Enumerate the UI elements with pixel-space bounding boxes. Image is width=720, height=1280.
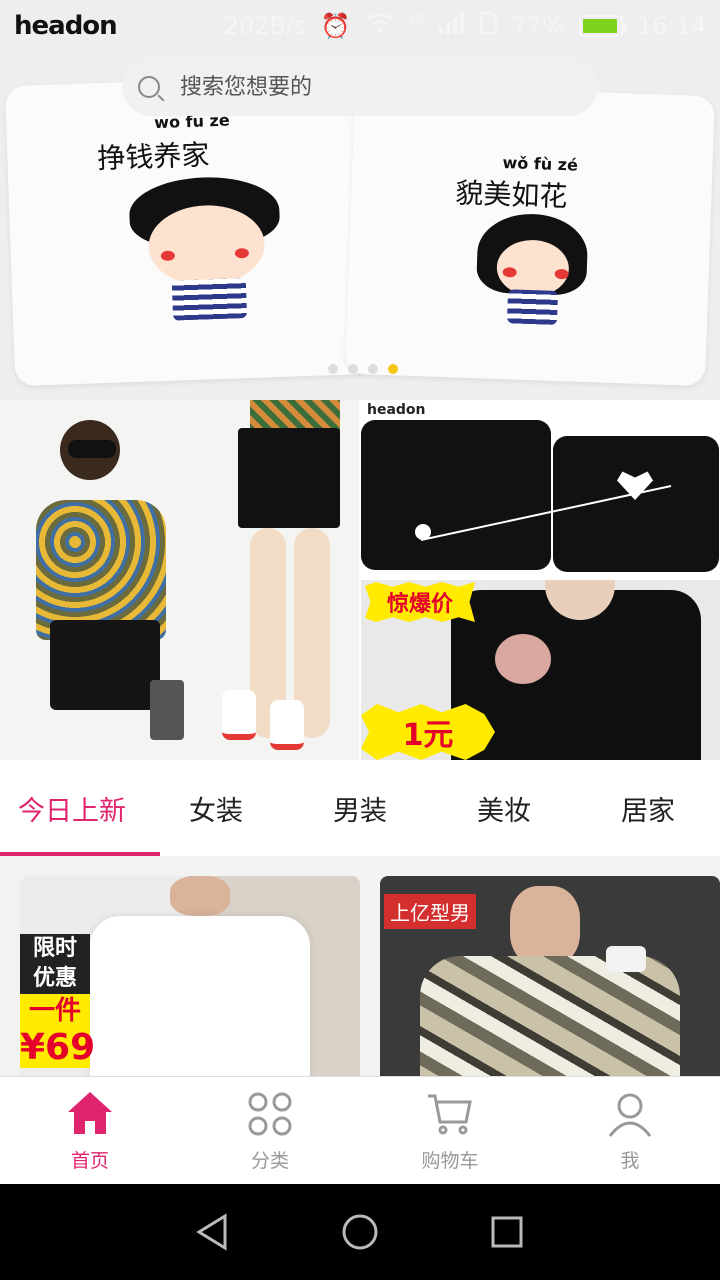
page-dot[interactable] xyxy=(328,364,338,374)
signal-icon xyxy=(439,12,465,40)
tab-home[interactable]: 居家 xyxy=(576,760,720,856)
banner-shirt-right: wǒ fù zé 貌美如花 xyxy=(345,83,715,387)
nav-category-label: 分类 xyxy=(250,1150,289,1172)
promo-tile-outfit[interactable] xyxy=(0,400,359,760)
promo-tile-couple-tee[interactable]: headon xyxy=(361,400,720,578)
right-shirt-pinyin: wǒ fù zé xyxy=(502,153,579,175)
product-grid: 限时 优惠 一件 ¥69 上亿型男 xyxy=(0,856,720,1076)
page-dot[interactable] xyxy=(368,364,378,374)
bottom-nav: 首页 分类 购物车 我 xyxy=(0,1076,720,1184)
home-icon xyxy=(64,1088,116,1140)
product-card[interactable]: 上亿型男 xyxy=(380,876,720,1076)
nav-cart[interactable]: 购物车 xyxy=(360,1077,540,1184)
page-dot-active[interactable] xyxy=(388,364,398,374)
price-badge: 1元 xyxy=(361,704,495,760)
right-shirt-slogan: 貌美如花 xyxy=(454,176,568,214)
battery-percent: 77% xyxy=(511,12,565,40)
tab-men[interactable]: 男装 xyxy=(288,760,432,856)
camo-tee xyxy=(420,956,680,1076)
clutch-bag xyxy=(150,680,184,740)
status-right: 202B/s ⏰ 4G 77% 16:14 xyxy=(224,12,706,40)
battery-icon xyxy=(578,15,627,37)
sim-icon xyxy=(479,12,498,40)
system-nav-bar xyxy=(0,1184,720,1280)
banner-pagination xyxy=(328,364,398,374)
category-icon xyxy=(244,1088,296,1140)
clock: 16:14 xyxy=(636,12,706,40)
heel-shoe xyxy=(270,700,304,750)
alarm-icon: ⏰ xyxy=(320,12,351,40)
promo-tile-flash-sale[interactable]: 惊爆价 1元 xyxy=(361,580,720,760)
nav-home[interactable]: 首页 xyxy=(0,1077,180,1184)
banner-shirt-left: wo fu ze 挣钱养家 xyxy=(4,73,376,387)
wifi-icon xyxy=(365,12,395,40)
sunglasses xyxy=(68,440,116,458)
boy-shirt-stripes xyxy=(171,278,248,321)
headon-logo: headon xyxy=(367,402,426,418)
user-icon xyxy=(604,1088,656,1140)
status-brand-logo: headon xyxy=(14,11,118,41)
tab-new-today[interactable]: 今日上新 xyxy=(0,760,160,856)
nav-me-label: 我 xyxy=(620,1150,640,1172)
left-shirt-slogan: 挣钱养家 xyxy=(96,138,210,176)
net-speed: 202B/s xyxy=(223,12,307,40)
search-icon xyxy=(138,76,160,98)
girl-shirt-stripes xyxy=(506,289,559,325)
tab-women[interactable]: 女装 xyxy=(144,760,288,856)
nav-category[interactable]: 分类 xyxy=(180,1077,360,1184)
category-tabs: 今日上新 女装 男装 美妆 居家 xyxy=(0,760,720,856)
model-face xyxy=(510,886,580,966)
white-shirt xyxy=(90,916,310,1076)
tab-beauty[interactable]: 美妆 xyxy=(432,760,576,856)
page-dot[interactable] xyxy=(348,364,358,374)
product-badge: 上亿型男 xyxy=(384,894,476,929)
search-bar[interactable] xyxy=(122,58,598,116)
home-circle-icon[interactable] xyxy=(330,1202,390,1262)
status-bar: headon 202B/s ⏰ 4G 77% 16:14 xyxy=(0,0,720,52)
nav-me[interactable]: 我 xyxy=(540,1077,720,1184)
nav-cart-label: 购物车 xyxy=(421,1150,479,1172)
promo-grid: headon 惊爆价 1元 xyxy=(0,400,720,760)
hero-banner[interactable]: headon 202B/s ⏰ 4G 77% 16:14 wo fu ze 挣钱… xyxy=(0,0,720,400)
product-card[interactable]: 限时 优惠 一件 ¥69 xyxy=(20,876,360,1076)
heel-shoe xyxy=(222,690,256,740)
watch xyxy=(606,946,646,972)
black-shorts xyxy=(50,620,160,710)
network-type: 4G xyxy=(408,12,426,26)
nav-home-label: 首页 xyxy=(70,1150,109,1172)
floral-blouse xyxy=(36,500,166,640)
shorts-closeup xyxy=(238,428,340,528)
flash-sale-badge: 惊爆价 xyxy=(365,582,475,622)
back-icon[interactable] xyxy=(183,1202,243,1262)
recents-icon[interactable] xyxy=(477,1202,537,1262)
cart-icon xyxy=(424,1088,476,1140)
limited-offer-tag: 限时 优惠 一件 ¥69 xyxy=(20,934,96,1068)
search-input[interactable] xyxy=(180,74,560,100)
cartoon-print xyxy=(495,634,551,684)
